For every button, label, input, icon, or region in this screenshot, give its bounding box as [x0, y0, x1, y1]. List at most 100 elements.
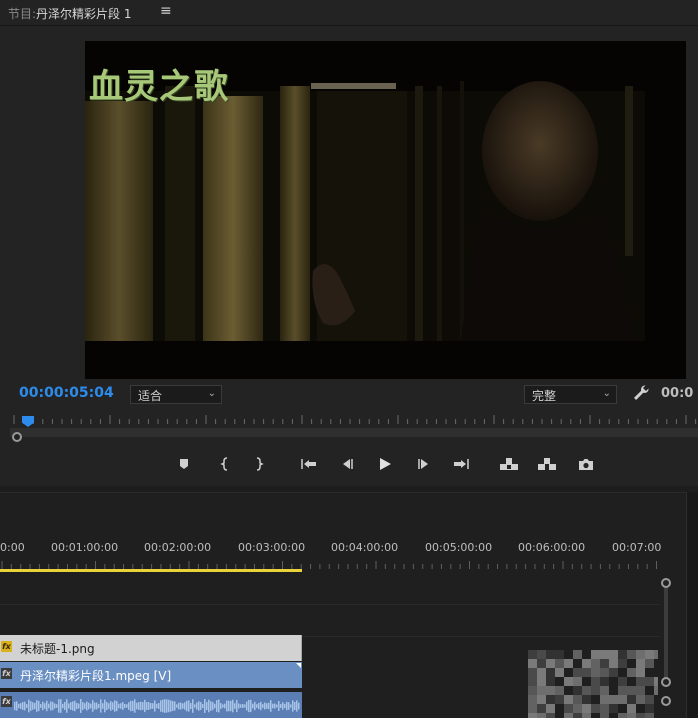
blur-pixel: [645, 695, 654, 704]
waveform-bar: [102, 703, 104, 709]
waveform-bar: [242, 704, 244, 708]
audio-scroll-handle[interactable]: [661, 696, 671, 706]
waveform-bar: [204, 699, 206, 713]
blurred-region: [528, 650, 658, 718]
waveform-bar: [168, 699, 170, 713]
blur-pixel: [537, 650, 546, 659]
video-clip[interactable]: fx 丹泽尔精彩片段1.mpeg [V]: [0, 662, 302, 688]
graphic-clip[interactable]: fx 未标题-1.png: [0, 635, 302, 661]
waveform-bar: [86, 701, 88, 711]
blur-pixel: [600, 686, 609, 695]
step-forward-button[interactable]: [413, 452, 435, 476]
waveform-bar: [210, 701, 212, 711]
blur-pixel: [573, 686, 582, 695]
waveform-bar: [90, 703, 92, 709]
waveform-bar: [32, 702, 34, 710]
waveform-bar: [144, 699, 146, 713]
mark-in-button[interactable]: [214, 452, 236, 476]
track-row[interactable]: [0, 575, 660, 605]
waveform-bar: [114, 700, 116, 712]
waveform-bar: [104, 699, 106, 713]
blur-pixel: [654, 677, 658, 686]
waveform-bar: [94, 702, 96, 710]
blur-pixel: [537, 659, 546, 668]
playhead-timecode[interactable]: 00:00:05:04: [19, 385, 114, 401]
waveform-bar: [260, 701, 262, 711]
playback-resolution-dropdown[interactable]: 完整 ⌄: [524, 385, 617, 404]
work-area-bar[interactable]: [0, 569, 302, 572]
blur-pixel: [591, 686, 600, 695]
waveform-bar: [182, 703, 184, 709]
blur-pixel: [555, 686, 564, 695]
sequence-name: 丹泽尔精彩片段 1: [36, 7, 132, 21]
waveform-bar: [218, 699, 220, 713]
video-preview[interactable]: 血灵之歌: [85, 41, 686, 379]
step-back-button[interactable]: [336, 452, 358, 476]
blur-pixel: [645, 704, 654, 713]
zoom-scroll-handle[interactable]: [12, 432, 22, 442]
go-to-in-button[interactable]: [298, 452, 320, 476]
vertical-scrollbar[interactable]: [661, 578, 671, 690]
blur-pixel: [528, 695, 537, 704]
waveform-bar: [96, 702, 98, 710]
blur-pixel: [537, 695, 546, 704]
blur-pixel: [627, 668, 636, 677]
extract-button[interactable]: [536, 452, 558, 476]
timeline-ruler-ticks: [1, 561, 657, 569]
monitor-time-ruler[interactable]: [0, 411, 698, 437]
program-monitor-tab[interactable]: 节目:丹泽尔精彩片段 1: [8, 5, 132, 22]
waveform-bar: [54, 703, 56, 709]
lift-button[interactable]: [498, 452, 520, 476]
audio-clip[interactable]: fx: [0, 692, 302, 718]
blur-pixel: [546, 650, 555, 659]
mark-out-icon: [256, 457, 264, 471]
waveform-bar: [26, 704, 28, 708]
waveform-bar: [30, 701, 32, 711]
blur-pixel: [627, 650, 636, 659]
blur-pixel: [582, 668, 591, 677]
timeline-time-ruler[interactable]: 0:00 00:01:00:00 00:02:00:00 00:03:00:00…: [0, 493, 698, 573]
blur-pixel: [528, 713, 537, 718]
blur-pixel: [546, 659, 555, 668]
waveform-bar: [14, 701, 16, 711]
step-forward-icon: [418, 459, 428, 469]
waveform-bar: [244, 704, 246, 708]
mark-out-button[interactable]: [248, 452, 270, 476]
waveform-bar: [274, 703, 276, 709]
panel-menu-icon[interactable]: ≡: [160, 3, 172, 19]
fx-badge-icon: fx: [1, 668, 12, 679]
ruler-label: 00:05:00:00: [425, 541, 493, 554]
waveform-bar: [46, 700, 48, 712]
blur-pixel: [573, 650, 582, 659]
track-row[interactable]: [0, 605, 660, 637]
waveform-bar: [176, 704, 178, 708]
waveform-bar: [60, 699, 62, 713]
waveform-bar: [196, 702, 198, 710]
waveform-bar: [190, 703, 192, 709]
blur-pixel: [546, 677, 555, 686]
monitor-zoom-scrollbar[interactable]: [10, 428, 698, 437]
waveform-bar: [172, 700, 174, 712]
ruler-label: 0:00: [0, 541, 25, 554]
waveform-bar: [254, 701, 256, 711]
ruler-label: 00:04:00:00: [331, 541, 399, 554]
wrench-icon[interactable]: [632, 384, 650, 402]
ruler-label: 00:06:00:00: [518, 541, 586, 554]
blur-pixel: [564, 695, 573, 704]
scroll-handle-bottom[interactable]: [661, 677, 671, 687]
waveform-bar: [134, 699, 136, 713]
scroll-handle-top[interactable]: [661, 578, 671, 588]
add-marker-button[interactable]: [173, 452, 195, 476]
blur-pixel: [537, 713, 546, 718]
waveform-bar: [22, 702, 24, 710]
go-to-out-button[interactable]: [450, 452, 472, 476]
blur-pixel: [636, 668, 645, 677]
transport-controls: [0, 452, 698, 478]
export-frame-button[interactable]: [575, 452, 597, 476]
ruler-label: 00:01:00:00: [51, 541, 119, 554]
waveform-bar: [188, 700, 190, 712]
play-button[interactable]: [374, 452, 396, 476]
lift-icon: [500, 458, 518, 470]
waveform-bar: [200, 702, 202, 710]
zoom-level-dropdown[interactable]: 适合 ⌄: [130, 385, 222, 404]
